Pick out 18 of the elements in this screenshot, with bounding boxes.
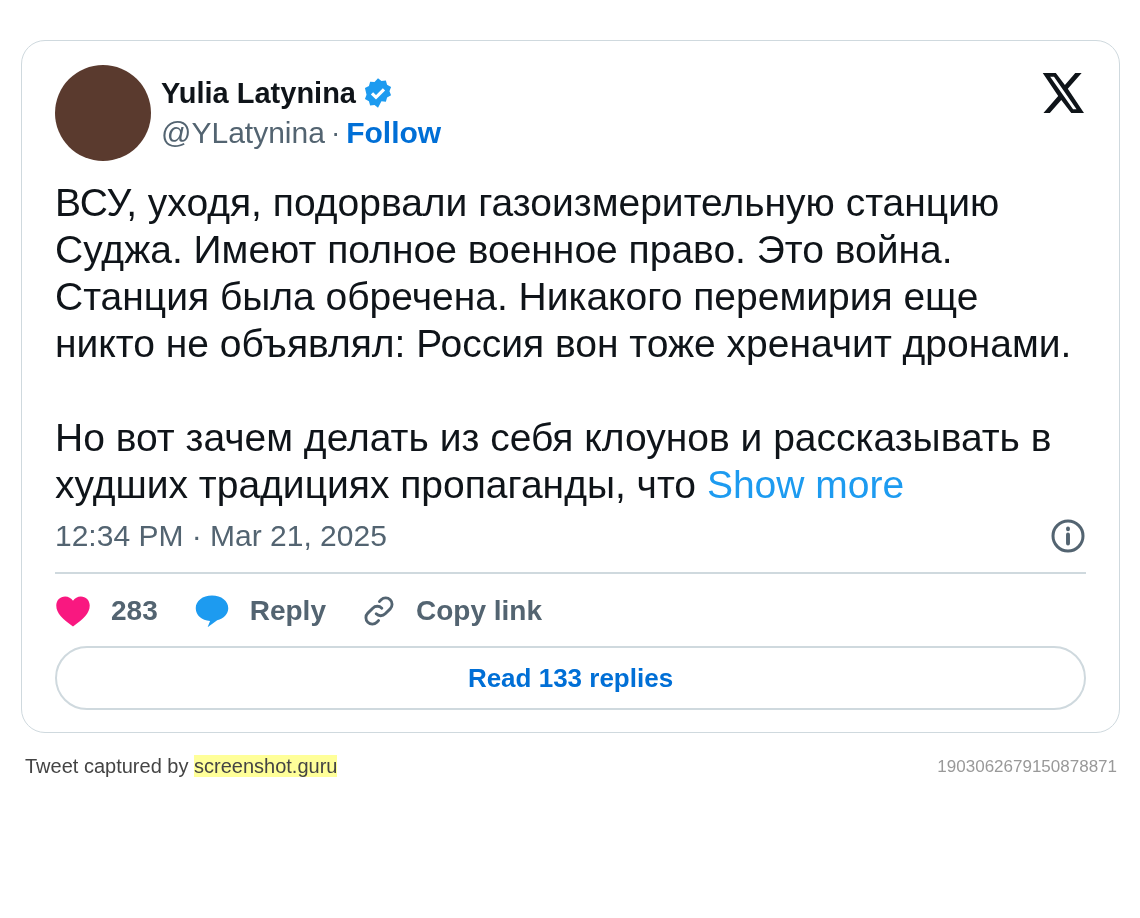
author-name[interactable]: Yulia Latynina <box>161 76 356 110</box>
read-replies-button[interactable]: Read 133 replies <box>55 646 1086 710</box>
tweet-text: ВСУ, уходя, подорвали газоизмерительную станцию Суджа. Имеют полное военное право. Это война. Станция была обречена. Никакого перемирия еще никто не объявлял: Россия вон тоже хреначит дронами. <box>55 180 1073 367</box>
tweet-timestamp[interactable]: 12:34 PM · Mar 21, 2025 <box>55 519 387 553</box>
heart-icon <box>55 595 91 627</box>
tweet-text: Но вот зачем делать из себя клоунов и рассказывать в худших традициях пропаганды, что Show more <box>55 415 1053 508</box>
author-handle[interactable]: @YLatynina <box>161 115 325 150</box>
tweet-id: 1903062679150878871 <box>937 756 1117 777</box>
x-logo-icon[interactable] <box>1042 73 1086 113</box>
separator-dot: · <box>330 116 341 149</box>
site-link[interactable]: screenshot.guru <box>194 755 338 777</box>
follow-link[interactable]: Follow <box>346 115 442 150</box>
like-action-button[interactable]: 283 <box>55 595 158 627</box>
info-icon[interactable] <box>1050 518 1086 554</box>
speech-bubble-icon <box>193 594 230 628</box>
reply-action-button[interactable]: Reply <box>193 594 326 628</box>
copy-action-button[interactable]: Copy link <box>361 594 542 628</box>
capture-caption: Tweet captured by screenshot.guru <box>25 755 338 778</box>
